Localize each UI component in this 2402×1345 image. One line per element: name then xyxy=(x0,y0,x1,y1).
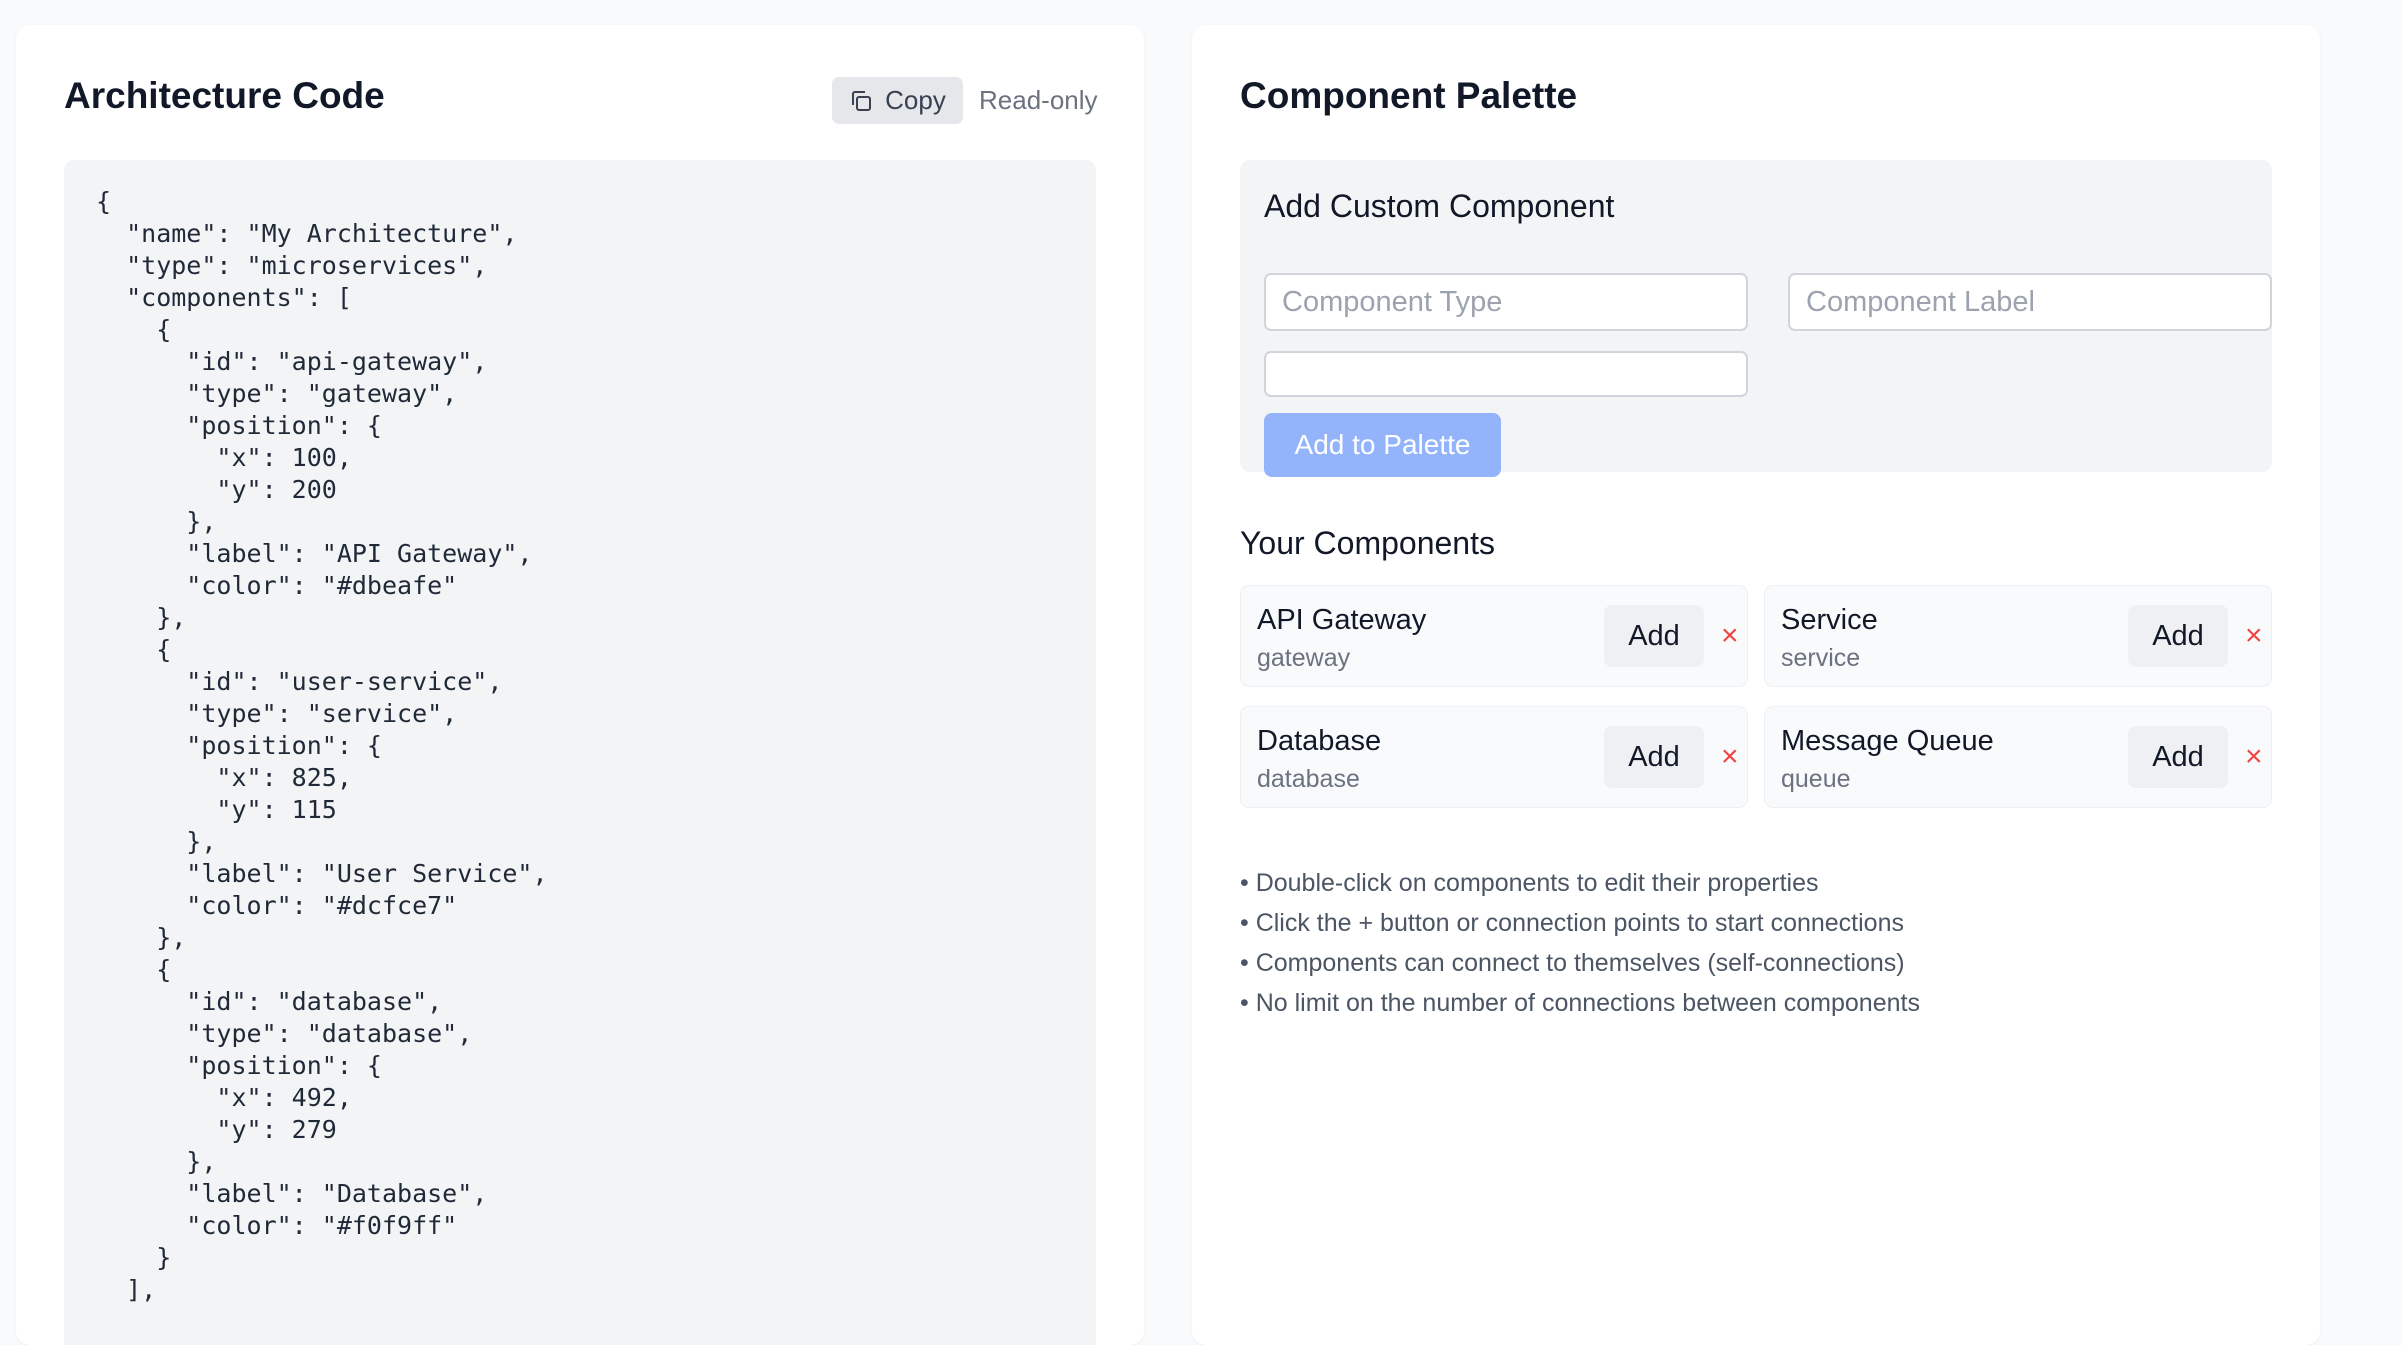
component-label: Message Queue xyxy=(1781,725,1994,757)
component-card-service: Service service Add × xyxy=(1764,585,2272,687)
component-type: queue xyxy=(1781,765,1851,793)
component-card-message-queue: Message Queue queue Add × xyxy=(1764,706,2272,808)
add-component-button[interactable]: Add xyxy=(2128,726,2228,788)
component-label: Database xyxy=(1257,725,1382,757)
add-custom-component-title: Add Custom Component xyxy=(1264,188,1615,224)
component-card-api-gateway: API Gateway gateway Add × xyxy=(1240,585,1748,687)
architecture-code-title: Architecture Code xyxy=(64,75,385,116)
add-component-button[interactable]: Add xyxy=(1604,726,1704,788)
component-type: gateway xyxy=(1257,644,1351,672)
architecture-code-block[interactable]: { "name": "My Architecture", "type": "mi… xyxy=(64,160,1096,1345)
tip-item: • Click the + button or connection point… xyxy=(1240,909,1904,937)
component-type-input[interactable] xyxy=(1264,273,1748,331)
close-icon[interactable]: × xyxy=(1721,742,1739,772)
close-icon[interactable]: × xyxy=(2245,742,2263,772)
component-card-database: Database database Add × xyxy=(1240,706,1748,808)
add-custom-component-form: Add Custom Component Add to Palette xyxy=(1240,160,2272,477)
copy-button[interactable]: Copy xyxy=(832,77,963,124)
component-type: service xyxy=(1781,644,1861,672)
component-type: database xyxy=(1257,765,1360,793)
component-label-input[interactable] xyxy=(1788,273,2272,331)
copy-button-label: Copy xyxy=(885,85,946,115)
tip-item: • No limit on the number of connections … xyxy=(1240,989,1920,1017)
read-only-indicator: Read-only xyxy=(979,85,1098,115)
add-component-button[interactable]: Add xyxy=(1604,605,1704,667)
component-palette-title: Component Palette xyxy=(1240,75,1578,116)
component-label: Service xyxy=(1781,604,1878,636)
tip-item: • Components can connect to themselves (… xyxy=(1240,949,1905,977)
close-icon[interactable]: × xyxy=(2245,621,2263,651)
close-icon[interactable]: × xyxy=(1721,621,1739,651)
tip-item: • Double-click on components to edit the… xyxy=(1240,869,1819,897)
component-label: API Gateway xyxy=(1257,604,1427,636)
architecture-code-panel: Architecture Code Copy Read-only { "name… xyxy=(16,25,1144,1345)
component-color-input[interactable] xyxy=(1264,351,1748,397)
your-components-title: Your Components xyxy=(1240,525,1495,561)
component-palette-panel: Component Palette Add Custom Component A… xyxy=(1192,25,2320,1345)
add-to-palette-button[interactable]: Add to Palette xyxy=(1264,413,1501,477)
copy-icon xyxy=(852,90,872,111)
usage-tips: • Double-click on components to edit the… xyxy=(1240,863,1920,1023)
add-component-button[interactable]: Add xyxy=(2128,605,2228,667)
